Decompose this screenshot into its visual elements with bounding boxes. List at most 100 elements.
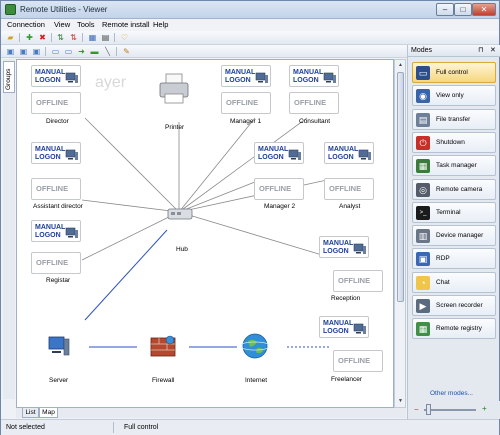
map-open-icon[interactable]: ▣ xyxy=(19,47,28,56)
terminal-icon: >_ xyxy=(416,205,430,220)
node-hub[interactable]: Hub xyxy=(167,206,193,253)
status-offline: OFFLINE xyxy=(36,258,69,267)
mode-button-full-control[interactable]: ▭ Full control xyxy=(412,62,496,83)
menu-view[interactable]: View xyxy=(54,20,70,29)
network-map[interactable]: ayer MANUAL LOGON OFFLINE Director Printe… xyxy=(16,59,394,408)
map-add-computer-icon[interactable]: ▭ xyxy=(51,47,60,56)
node-server[interactable]: Server xyxy=(47,334,71,384)
zoom-slider-thumb[interactable] xyxy=(426,404,431,415)
status-logon: LOGON xyxy=(35,232,61,239)
scroll-thumb[interactable] xyxy=(397,72,404,302)
viewer-window: Remote Utilities - Viewer – □ ✕ Connecti… xyxy=(0,0,500,435)
scroll-down-icon[interactable]: ▼ xyxy=(397,398,404,405)
mode-button-screen-recorder[interactable]: ▶ Screen recorder xyxy=(412,295,496,316)
title-bar[interactable]: Remote Utilities - Viewer – □ ✕ xyxy=(1,1,499,19)
status-manual: MANUAL xyxy=(225,69,256,76)
toolbar-separator xyxy=(19,33,20,42)
chat-icon: ◔ xyxy=(416,275,430,290)
mode-button-remote-registry[interactable]: ▦ Remote registry xyxy=(412,318,496,340)
status-logon: LOGON xyxy=(328,154,354,161)
status-manual: MANUAL xyxy=(323,240,354,247)
connection-line-registar xyxy=(81,211,180,261)
mode-button-rdp[interactable]: ▣ RDP xyxy=(412,248,496,270)
close-icon[interactable]: ✕ xyxy=(490,46,496,54)
connection-line-assistant xyxy=(81,199,180,213)
modes-panel: Modes ⊓ ✕ ▭ Full control ◉ View only ▤ File t… xyxy=(407,45,500,419)
mode-label: Remote registry xyxy=(436,325,482,333)
mode-button-chat[interactable]: ◔ Chat xyxy=(412,271,496,293)
mode-button-task-manager[interactable]: ▦ Task manager xyxy=(412,155,496,177)
status-box: MANUAL LOGON xyxy=(254,142,304,164)
node-label-printer: Printer xyxy=(165,124,185,131)
node-internet[interactable]: Internet xyxy=(239,332,271,384)
properties-icon[interactable]: ▦ xyxy=(88,33,97,42)
status-box: OFFLINE xyxy=(289,92,339,114)
status-manual: MANUAL xyxy=(258,146,289,153)
zoom-out-icon[interactable]: − xyxy=(414,405,419,414)
groups-tab[interactable]: Groups xyxy=(3,61,15,93)
status-separator xyxy=(113,422,114,433)
status-box: OFFLINE xyxy=(324,178,374,200)
pin-icon[interactable]: ⊓ xyxy=(478,46,483,54)
connection-line-reception xyxy=(178,211,323,256)
task-manager-icon: ▦ xyxy=(416,159,430,174)
folder-icon[interactable]: ▰ xyxy=(6,33,15,42)
menu-remote-install[interactable]: Remote install xyxy=(102,20,150,29)
map-line-icon[interactable]: ╲ xyxy=(103,47,112,56)
computer-icon xyxy=(358,149,371,160)
status-manual: MANUAL xyxy=(35,146,66,153)
mode-button-device-manager[interactable]: ▥ Device manager xyxy=(412,225,496,247)
toolbar-separator xyxy=(116,47,117,56)
printer-icon xyxy=(159,73,189,104)
zoom-in-icon[interactable]: + xyxy=(482,404,487,413)
mode-button-terminal[interactable]: >_ Terminal xyxy=(412,201,496,223)
close-button[interactable]: ✕ xyxy=(472,3,496,16)
add-icon[interactable]: ✚ xyxy=(25,33,34,42)
node-firewall[interactable]: Firewall xyxy=(150,334,176,384)
map-new-icon[interactable]: ▣ xyxy=(6,47,15,56)
maximize-button[interactable]: □ xyxy=(454,3,472,16)
map-vertical-scrollbar[interactable]: ▲ ▼ xyxy=(394,59,406,408)
menu-help[interactable]: Help xyxy=(153,20,168,29)
favorites-icon[interactable]: ♡ xyxy=(120,33,129,42)
main-toolbar: ▰ ✚ ✖ ⇅ ⇅ ▦ ▤ ♡ xyxy=(1,31,499,45)
node-printer[interactable]: Printer xyxy=(157,72,191,131)
status-logon: LOGON xyxy=(323,248,349,255)
delete-icon[interactable]: ✖ xyxy=(38,33,47,42)
map-tools-icon[interactable]: ✎ xyxy=(122,47,131,56)
menu-connection[interactable]: Connection xyxy=(7,20,45,29)
scroll-up-icon[interactable]: ▲ xyxy=(397,62,404,69)
map-link-icon[interactable]: ▬ xyxy=(90,47,99,56)
zoom-bar: − + xyxy=(408,401,500,419)
mode-label: Shutdown xyxy=(436,138,465,146)
mode-button-view-only[interactable]: ◉ View only xyxy=(412,85,496,107)
modes-header: Modes ⊓ ✕ xyxy=(408,45,500,57)
zoom-track[interactable] xyxy=(424,409,476,411)
status-offline: OFFLINE xyxy=(36,184,69,193)
map-save-icon[interactable]: ▣ xyxy=(32,47,41,56)
server-icon xyxy=(48,336,70,356)
print-icon[interactable]: ▤ xyxy=(101,33,110,42)
minimize-button[interactable]: – xyxy=(436,3,454,16)
mode-label: Screen recorder xyxy=(436,302,483,309)
mode-button-file-transfer[interactable]: ▤ File transfer xyxy=(412,108,496,130)
tab-list[interactable]: List xyxy=(22,408,39,418)
refresh-icon[interactable]: ⇅ xyxy=(56,33,65,42)
tab-map[interactable]: Map xyxy=(39,408,58,418)
map-add-device-icon[interactable]: ▭ xyxy=(64,47,73,56)
mode-button-remote-camera[interactable]: ◎ Remote camera xyxy=(412,178,496,200)
mode-label: File transfer xyxy=(436,115,471,123)
status-offline: OFFLINE xyxy=(294,98,327,107)
menu-tools[interactable]: Tools xyxy=(77,20,95,29)
status-box: MANUAL LOGON xyxy=(319,316,369,338)
map-arrow-icon[interactable]: ➜ xyxy=(77,47,86,56)
mode-button-shutdown[interactable]: ⏻ Shutdown xyxy=(412,131,496,153)
other-modes-link[interactable]: Other modes... xyxy=(430,390,473,397)
status-box: OFFLINE xyxy=(254,178,304,200)
computer-icon xyxy=(353,243,366,254)
map-watermark: ayer xyxy=(95,74,127,91)
status-box: MANUAL LOGON xyxy=(31,142,81,164)
computer-icon xyxy=(288,149,301,160)
node-label-analyst: Analyst xyxy=(339,203,361,210)
sync-icon[interactable]: ⇅ xyxy=(69,33,78,42)
